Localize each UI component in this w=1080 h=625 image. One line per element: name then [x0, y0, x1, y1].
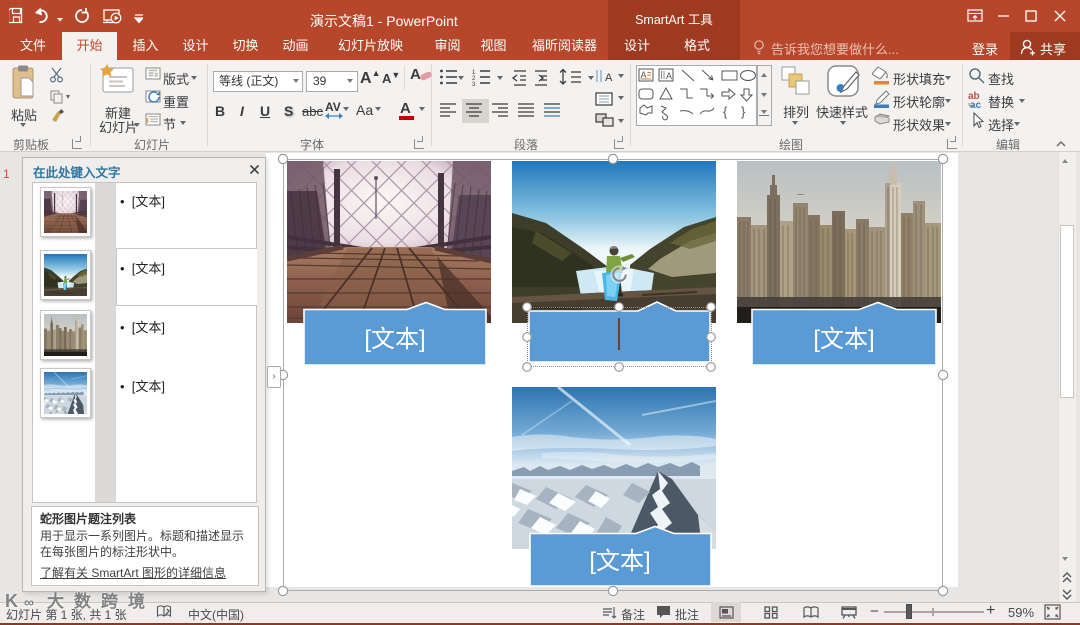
svg-text:A: A	[666, 71, 672, 81]
svg-text:[文本]: [文本]	[813, 326, 874, 353]
svg-text:[文本]: [文本]	[364, 326, 425, 353]
svg-text:A: A	[605, 72, 613, 84]
svg-text:[文本]: [文本]	[589, 548, 650, 575]
svg-text:3: 3	[472, 82, 476, 88]
svg-text:ac: ac	[970, 100, 982, 111]
svg-text:}: }	[741, 104, 746, 119]
svg-text:{: {	[723, 104, 728, 119]
